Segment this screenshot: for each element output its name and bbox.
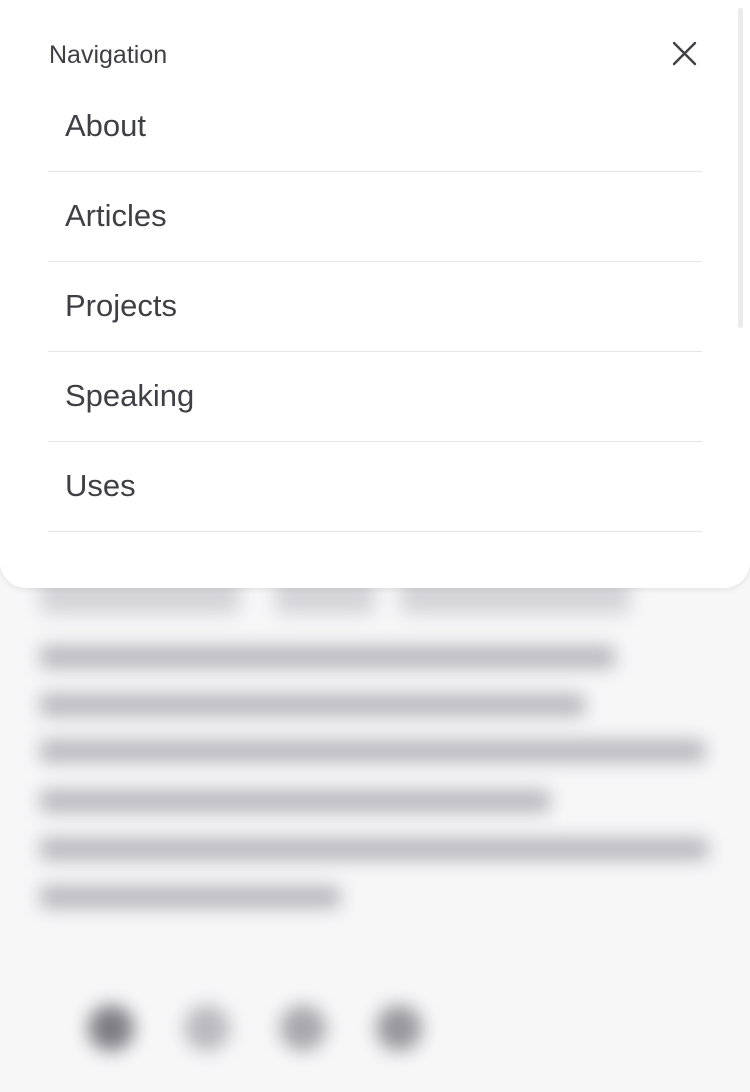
close-button[interactable] [660, 30, 708, 78]
scrollbar[interactable] [738, 8, 743, 328]
social-icon [376, 1005, 422, 1051]
nav-link-projects[interactable]: Projects [48, 257, 702, 346]
nav-link-speaking[interactable]: Speaking [48, 347, 702, 436]
nav-item-articles[interactable]: Articles [48, 172, 702, 262]
nav-link-articles[interactable]: Articles [48, 167, 702, 256]
navigation-panel: Navigation About Articles Projects Speak… [0, 0, 750, 588]
nav-item-speaking[interactable]: Speaking [48, 352, 702, 442]
social-icon [88, 1005, 134, 1051]
nav-item-projects[interactable]: Projects [48, 262, 702, 352]
blurred-text-line [40, 646, 615, 668]
nav-list: About Articles Projects Speaking Uses [48, 82, 702, 532]
close-icon [672, 41, 697, 66]
nav-item-about[interactable]: About [48, 82, 702, 172]
blurred-text-line [40, 694, 585, 716]
blurred-text-line [40, 790, 550, 812]
blurred-text-line [40, 886, 340, 908]
social-icon [280, 1005, 326, 1051]
blurred-text-line [40, 838, 708, 860]
nav-item-uses[interactable]: Uses [48, 442, 702, 532]
social-icon [184, 1005, 230, 1051]
nav-link-uses[interactable]: Uses [48, 437, 702, 526]
panel-title: Navigation [49, 41, 168, 69]
blurred-text-line [40, 740, 705, 762]
nav-link-about[interactable]: About [48, 77, 702, 166]
